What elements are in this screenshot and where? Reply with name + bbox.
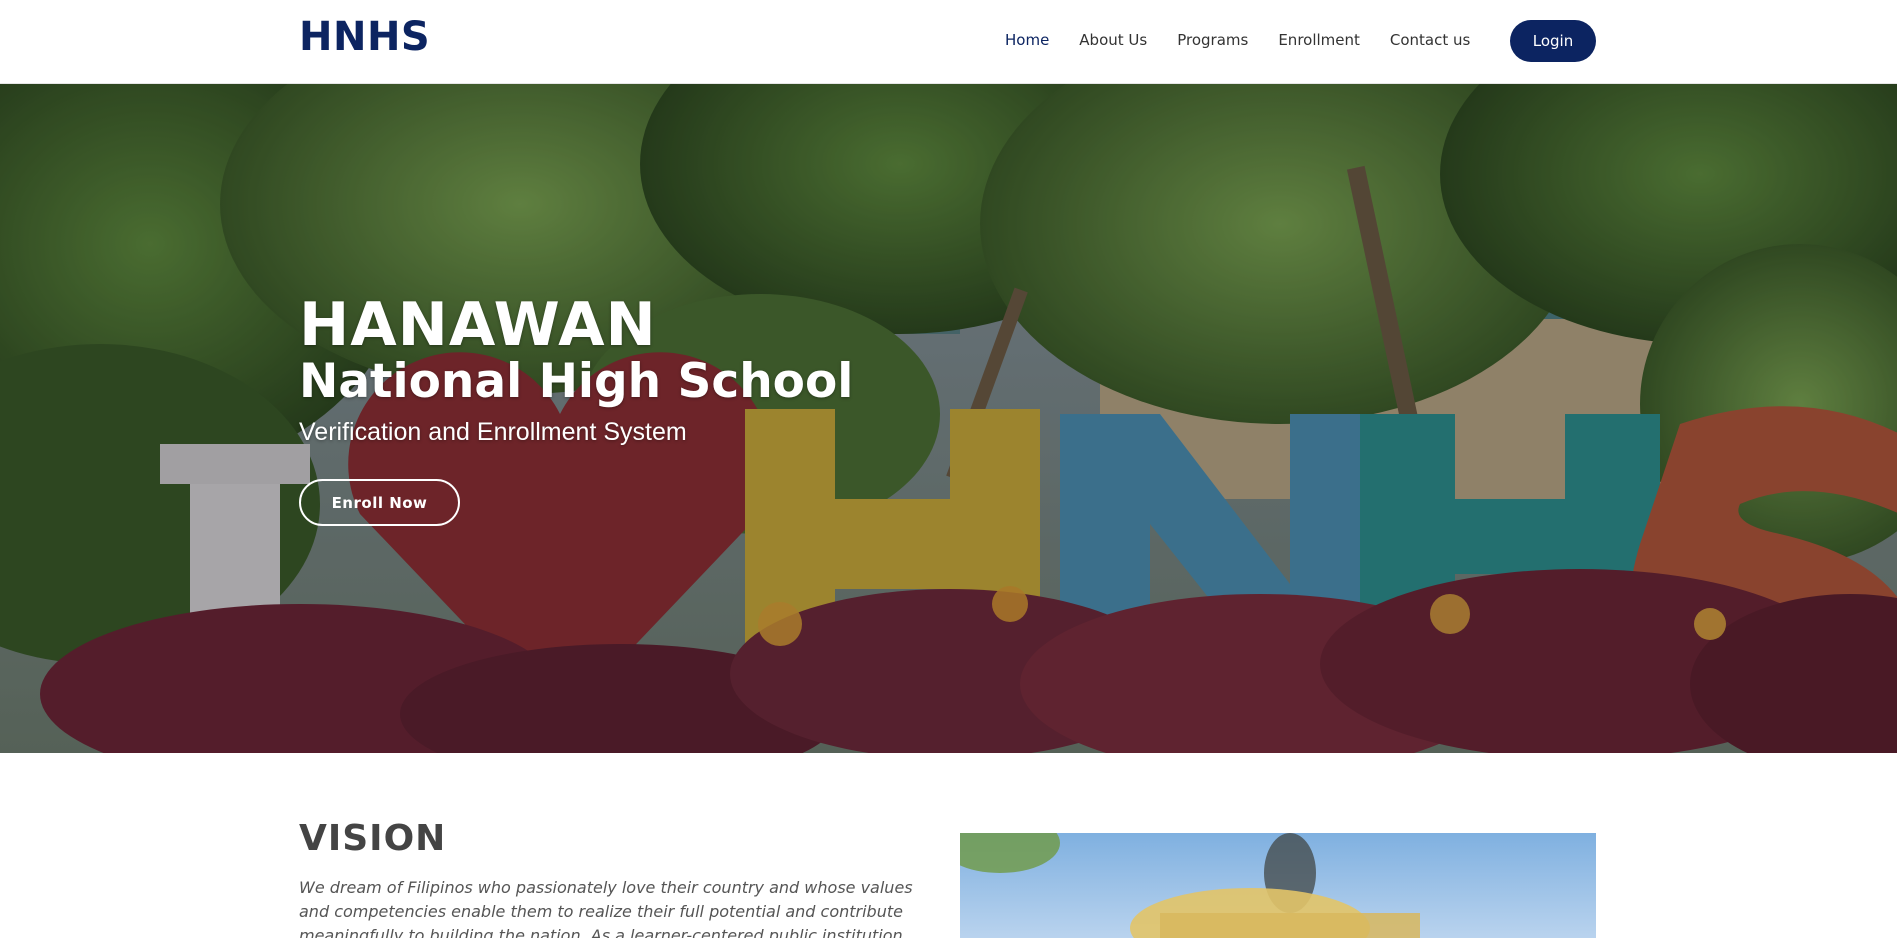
nav-about-link[interactable]: About Us	[1079, 31, 1147, 49]
nav-home-link[interactable]: Home	[1005, 31, 1049, 49]
enroll-now-button[interactable]: Enroll Now	[299, 479, 460, 526]
vision-image	[960, 833, 1596, 938]
nav-list: Home About Us Programs Enrollment Contac…	[1005, 30, 1500, 50]
brand-logo-text[interactable]: HNHS	[299, 14, 430, 60]
login-button[interactable]: Login	[1510, 20, 1596, 62]
nav-enrollment-link[interactable]: Enrollment	[1278, 31, 1360, 49]
nav-contact-link[interactable]: Contact us	[1390, 31, 1470, 49]
vision-heading: VISION	[299, 818, 447, 859]
top-navbar: HNHS Home About Us Programs Enrollment C…	[0, 0, 1897, 84]
hero-text-block: HANAWAN National High School Verificatio…	[299, 294, 853, 447]
hero-background-image	[0, 84, 1897, 753]
vision-paragraph: We dream of Filipinos who passionately l…	[299, 878, 913, 938]
hero-banner: HANAWAN National High School Verificatio…	[0, 84, 1897, 753]
hero-title-line1: HANAWAN	[299, 290, 657, 360]
nav-programs-link[interactable]: Programs	[1177, 31, 1248, 49]
vision-photo	[960, 833, 1596, 938]
hero-title-line2: National High School	[299, 354, 854, 409]
hero-subtitle: Verification and Enrollment System	[299, 418, 687, 446]
